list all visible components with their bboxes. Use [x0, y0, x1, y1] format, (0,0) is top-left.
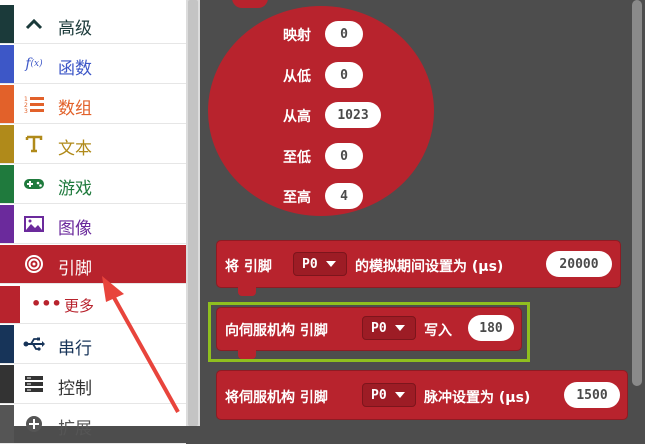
annotation-arrow	[102, 276, 180, 413]
